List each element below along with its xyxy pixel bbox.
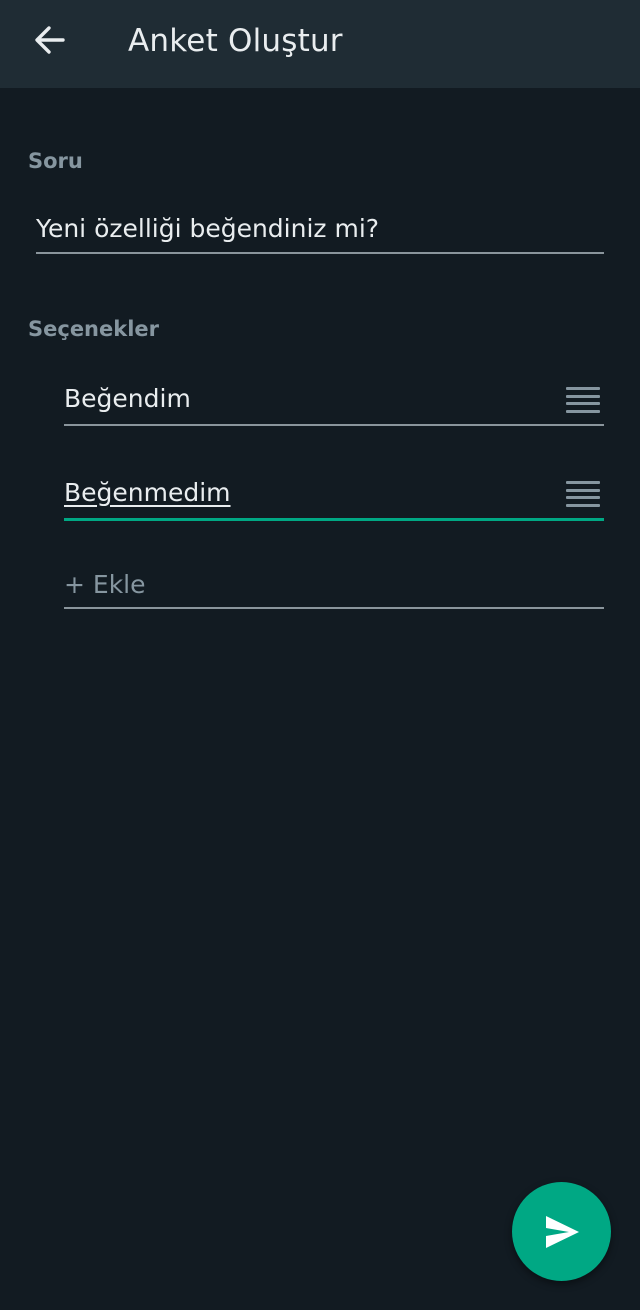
question-input[interactable]: Yeni özelliği beğendiniz mi? — [36, 214, 379, 243]
drag-handle-icon[interactable] — [566, 387, 600, 413]
option-input-2[interactable]: Beğenmedim — [64, 478, 231, 507]
question-label: Soru — [28, 149, 83, 173]
option-input-1[interactable]: Beğendim — [64, 384, 191, 413]
add-option-field[interactable]: + Ekle — [64, 562, 604, 609]
drag-handle-icon[interactable] — [566, 481, 600, 507]
send-button[interactable] — [512, 1182, 611, 1281]
app-bar: Anket Oluştur — [0, 0, 640, 88]
option-field-1[interactable]: Beğendim — [64, 376, 604, 426]
back-button[interactable] — [24, 18, 76, 62]
option-field-2[interactable]: Beğenmedim — [64, 470, 604, 521]
add-option-input[interactable]: + Ekle — [64, 570, 146, 599]
question-field[interactable]: Yeni özelliği beğendiniz mi? — [36, 206, 604, 254]
send-icon — [545, 1215, 579, 1248]
page-title: Anket Oluştur — [128, 23, 343, 59]
options-label: Seçenekler — [28, 317, 160, 341]
arrow-left-icon — [35, 26, 65, 54]
